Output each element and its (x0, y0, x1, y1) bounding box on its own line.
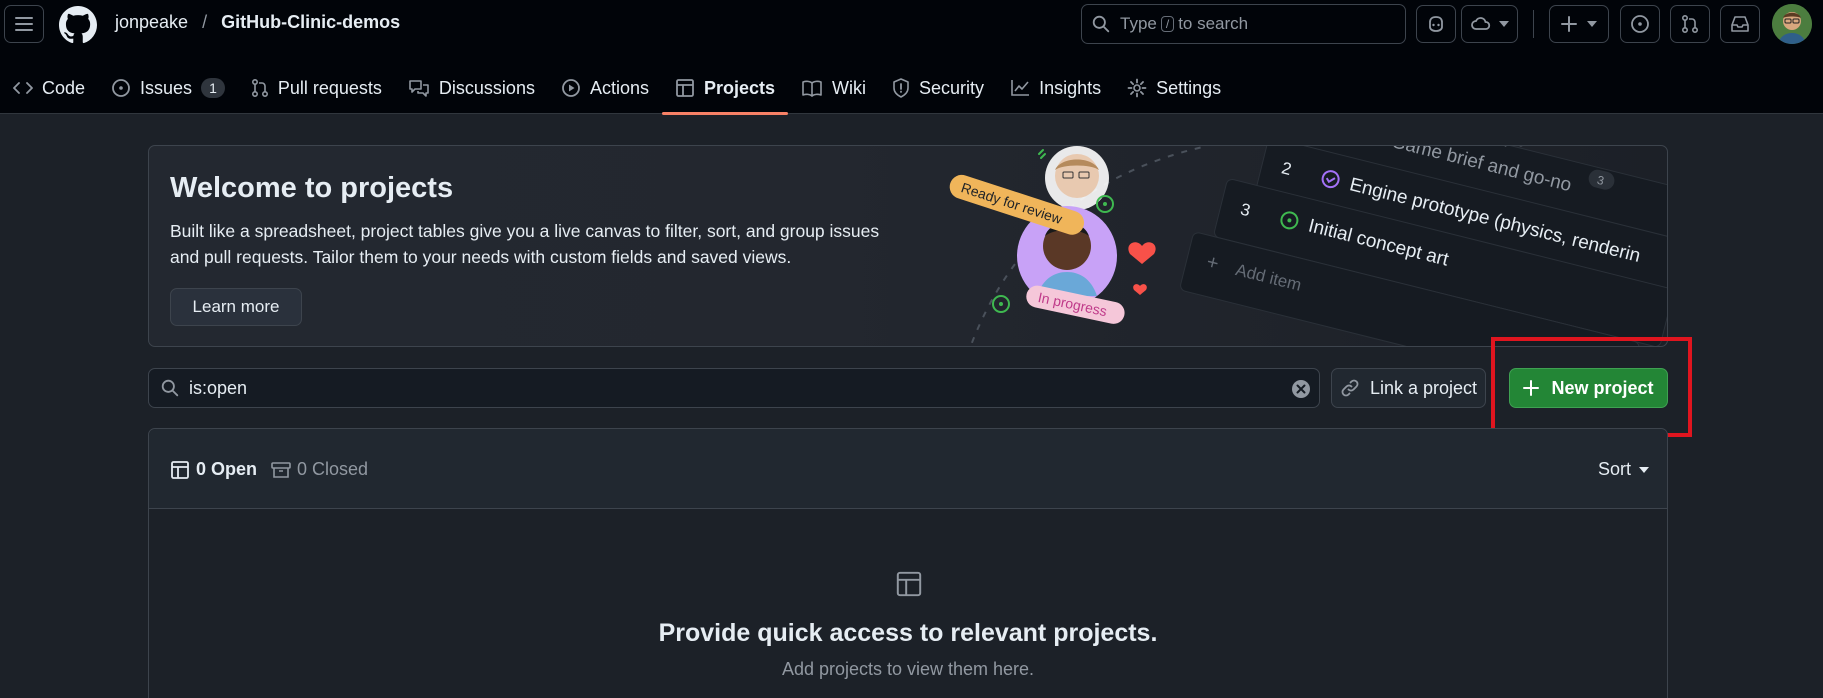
empty-state-subtitle: Add projects to view them here. (781, 659, 1035, 679)
tab-label: Pull requests (277, 77, 382, 98)
chevron-down-icon (1498, 21, 1509, 27)
global-search-input[interactable]: Type / to search (1081, 4, 1406, 44)
pull-request-icon (1681, 14, 1699, 34)
sort-label: Sort (1597, 459, 1631, 479)
chevron-down-icon (1639, 466, 1649, 473)
banner-description: Built like a spreadsheet, project tables… (170, 221, 880, 267)
projects-illustration: 1 Game brief and go-no 2 Engine prototyp… (949, 146, 1667, 346)
inbox-icon (1731, 16, 1749, 32)
tab-security[interactable]: Security (879, 62, 997, 114)
copilot-button[interactable] (1416, 5, 1456, 43)
tab-pull-requests[interactable]: Pull requests (238, 62, 395, 114)
plus-icon (1561, 16, 1577, 32)
graph-icon (1011, 80, 1030, 96)
link-icon (1341, 379, 1359, 397)
link-project-label: Link a project (1369, 377, 1478, 398)
projects-list-header: 0 Open 0 Closed Sort (149, 429, 1667, 509)
github-logo-icon[interactable] (59, 6, 97, 44)
closed-projects-filter[interactable]: 0 Closed (271, 459, 368, 480)
closed-count-label: 0 Closed (297, 459, 369, 479)
pull-requests-header-button[interactable] (1670, 5, 1710, 43)
annotation-highlight-box (1491, 337, 1692, 437)
menu-button[interactable] (4, 5, 44, 43)
play-icon (562, 79, 580, 97)
create-new-button[interactable] (1549, 5, 1609, 43)
issue-icon (112, 79, 130, 97)
tab-label: Security (919, 77, 985, 98)
archive-icon (271, 461, 291, 478)
issues-header-button[interactable] (1620, 5, 1660, 43)
tab-label: Wiki (832, 77, 867, 98)
app-header: jonpeake / GitHub-Clinic-demos Type / to… (0, 0, 1823, 115)
empty-state-title: Provide quick access to relevant project… (658, 619, 1158, 647)
open-projects-filter[interactable]: 0 Open (170, 459, 257, 480)
projects-filter-input[interactable]: is:open (148, 368, 1320, 408)
tab-label: Settings (1156, 77, 1222, 98)
tab-projects[interactable]: Projects (661, 62, 789, 115)
learn-more-button[interactable]: Learn more (170, 288, 302, 326)
copilot-menu-button[interactable] (1461, 5, 1518, 43)
hamburger-icon (15, 17, 33, 31)
breadcrumb: jonpeake / GitHub-Clinic-demos (115, 12, 400, 33)
tab-label: Code (42, 77, 86, 98)
tab-insights[interactable]: Insights (997, 62, 1114, 114)
issues-count-badge: 1 (201, 78, 225, 98)
tab-label: Issues (140, 77, 193, 98)
filter-value: is:open (189, 377, 248, 398)
breadcrumb-separator: / (202, 12, 208, 32)
open-count-label: 0 Open (196, 459, 258, 479)
search-suffix-text: to search (1178, 14, 1249, 33)
breadcrumb-repo-link[interactable]: GitHub-Clinic-demos (221, 12, 400, 33)
search-icon (161, 379, 179, 397)
tab-settings[interactable]: Settings (1114, 62, 1234, 114)
tab-label: Insights (1039, 77, 1102, 98)
table-icon (676, 79, 694, 97)
projects-list: 0 Open 0 Closed Sort Provide quick acces… (148, 428, 1668, 698)
table-icon (171, 460, 189, 479)
clear-filter-icon[interactable] (1291, 379, 1311, 399)
discussion-icon (409, 80, 429, 97)
cloud-icon (1470, 17, 1490, 30)
tab-actions[interactable]: Actions (548, 62, 662, 114)
chevron-down-icon (1587, 21, 1597, 27)
tab-issues[interactable]: Issues 1 (98, 62, 238, 114)
search-icon (1092, 15, 1110, 33)
breadcrumb-owner-link[interactable]: jonpeake (115, 12, 188, 33)
copilot-icon (1429, 16, 1443, 32)
sort-dropdown[interactable]: Sort (1598, 459, 1649, 480)
shield-icon (893, 78, 909, 98)
table-icon (896, 571, 922, 597)
pull-request-icon (251, 78, 268, 98)
book-icon (802, 80, 822, 97)
header-divider (1533, 10, 1534, 38)
inbox-button[interactable] (1720, 5, 1760, 43)
tab-label: Discussions (438, 77, 535, 98)
link-project-button[interactable]: Link a project (1331, 368, 1486, 408)
avatar[interactable] (1772, 4, 1812, 44)
tab-code[interactable]: Code (0, 62, 98, 114)
tab-label: Projects (703, 77, 776, 98)
tab-discussions[interactable]: Discussions (395, 62, 548, 114)
issue-icon (1631, 15, 1649, 33)
search-shortcut-key: / (1160, 16, 1175, 32)
repo-nav-tabs: Code Issues 1 Pull requests Discussions … (0, 62, 1234, 115)
tab-label: Actions (589, 77, 649, 98)
welcome-banner: Welcome to projects Built like a spreads… (148, 145, 1668, 347)
search-prefix-text: Type (1120, 14, 1157, 33)
gear-icon (1127, 78, 1147, 98)
banner-title: Welcome to projects (170, 172, 454, 204)
code-icon (13, 82, 33, 94)
tab-wiki[interactable]: Wiki (788, 62, 879, 114)
